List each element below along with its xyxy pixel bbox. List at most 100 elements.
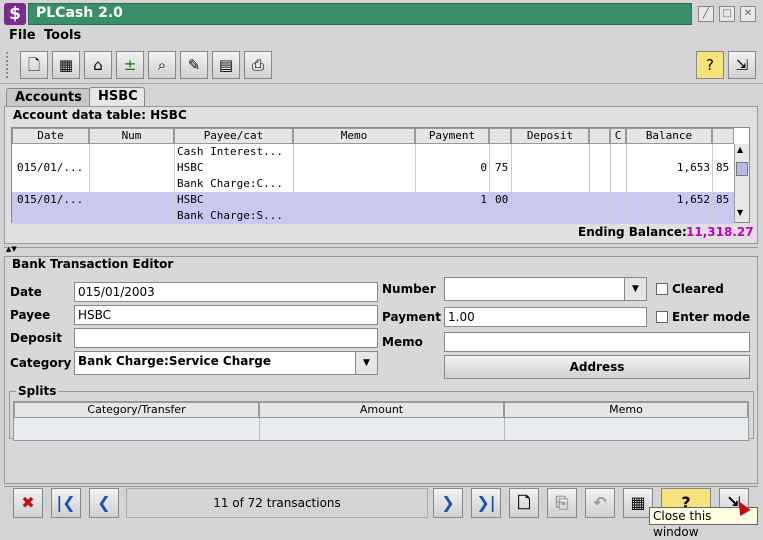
splits-col-memo[interactable]: Memo [504,402,748,418]
table-col-header[interactable] [489,128,511,144]
account-table: Date Num Payee/cat Memo Payment Deposit C Balan… [11,127,750,224]
save-icon[interactable]: ▦ [52,51,80,79]
row-balance [626,144,710,160]
ending-balance-value: 11,318.27 [686,225,754,239]
edit-icon[interactable]: ✎ [180,51,208,79]
search-icon[interactable]: ⌕ [148,51,176,79]
payee-field[interactable] [74,305,378,325]
row-balance-cents [716,176,734,192]
tab-accounts[interactable]: Accounts [6,88,90,107]
table-grid-line [174,144,175,224]
address-button[interactable]: Address [444,355,750,379]
table-col-header[interactable]: Memo [293,128,415,144]
row-payment [415,208,487,224]
splitter[interactable]: ▲▼ [4,245,758,253]
row-payee: Cash Interest... [177,145,283,158]
enter-mode-checkbox[interactable] [656,311,668,323]
table-col-header[interactable]: Payment [415,128,489,144]
memo-field[interactable] [444,332,750,352]
table-col-header[interactable]: Num [89,128,174,144]
row-payment-cents: 75 [495,161,509,174]
splits-heading: Splits [16,384,59,398]
tab-hsbc[interactable]: HSBC [89,87,145,107]
undo-icon[interactable]: ↶ [585,488,615,518]
splits-col-amount[interactable]: Amount [259,402,504,418]
app-dollar-icon: $ [4,3,26,25]
delete-icon[interactable]: ✖ [13,488,43,518]
row-num [92,160,172,176]
row-date: 015/01/... [17,161,84,174]
row-payment-cents [495,208,515,224]
row-date [17,176,87,192]
maximize-icon[interactable]: □ [719,6,735,22]
window-title: PLCash 2.0 [36,5,123,21]
category-dropdown-icon[interactable]: ▼ [355,352,377,374]
table-col-header[interactable]: Date [12,128,89,144]
row-date [17,144,87,160]
previous-icon[interactable]: ❮ [89,488,119,518]
row-balance: 1,652 [676,193,710,206]
menu-tools[interactable]: Tools [44,28,81,43]
table-grid-line [511,144,512,224]
payment-label: Payment [382,310,441,324]
row-num [92,176,172,192]
table-col-header[interactable] [712,128,734,144]
row-payment: 1 [480,193,487,206]
splits-divider [259,418,260,440]
row-payment-cents: 00 [495,193,509,206]
help-icon[interactable]: ? [696,51,724,79]
last-icon[interactable]: ❯| [471,488,501,518]
first-icon[interactable]: |❮ [51,488,81,518]
next-icon[interactable]: ❯ [433,488,463,518]
splits-col-category[interactable]: Category/Transfer [14,402,259,418]
row-balance-cents: 85 [716,161,730,174]
table-scrollbar[interactable]: ▲ ▼ [734,144,749,222]
category-value: Bank Charge:Service Charge [78,354,271,368]
exit-icon[interactable]: ⇲ [728,51,756,79]
table-grid-line [610,144,611,224]
number-dropdown-icon[interactable]: ▼ [624,278,646,300]
new-icon[interactable]: 🗋 [20,51,48,79]
table-grid-line [89,144,90,224]
toolbar-grip[interactable] [6,52,10,78]
print-icon[interactable]: ⎙ [244,51,272,79]
row-payment [415,176,487,192]
table-col-header[interactable]: Deposit [511,128,589,144]
table-grid-line [293,144,294,224]
cleared-checkbox[interactable] [656,283,668,295]
date-field[interactable] [74,282,378,302]
copy-icon[interactable]: ⎘ [547,488,577,518]
cleared-label: Cleared [672,282,724,296]
splitter-arrows-icon[interactable]: ▲▼ [6,245,17,253]
title-bar: $ PLCash 2.0 ╱ □ ✕ [0,0,763,28]
toolbar: 🗋 ▦ ⌂ ± ⌕ ✎ ▤ ⎙ ? ⇲ [0,46,763,84]
home-icon[interactable]: ⌂ [84,51,112,79]
table-col-header[interactable]: Payee/cat [174,128,293,144]
table-col-header[interactable]: C [610,128,626,144]
payee-label: Payee [10,308,51,322]
scroll-up-icon[interactable]: ▲ [737,145,743,154]
table-col-header[interactable] [589,128,610,144]
category-select[interactable]: Bank Charge:Service Charge ▼ [74,351,378,375]
table-col-header[interactable]: Balance [626,128,712,144]
table-grid-line [415,144,416,224]
scroll-down-icon[interactable]: ▼ [737,208,743,217]
row-payee: HSBC [177,193,204,206]
row-num [92,192,172,208]
payment-field[interactable] [444,307,647,327]
deposit-field[interactable] [74,328,378,348]
splits-table: Category/Transfer Amount Memo [13,401,749,441]
scroll-thumb[interactable] [736,162,748,176]
minimize-icon[interactable]: ╱ [698,6,714,22]
row-balance-cents: 85 [716,193,730,206]
splits-divider [504,418,505,440]
close-icon[interactable]: ✕ [740,6,756,22]
row-date: 015/01/... [17,193,84,206]
row-balance: 1,653 [676,161,710,174]
menu-file[interactable]: File [9,28,36,43]
print-preview-icon[interactable]: ▤ [212,51,240,79]
number-select[interactable]: ▼ [444,277,647,301]
add-account-icon[interactable]: ± [116,51,144,79]
ending-balance-label: Ending Balance: [578,225,687,239]
new-transaction-icon[interactable]: 🗋 [509,488,539,518]
